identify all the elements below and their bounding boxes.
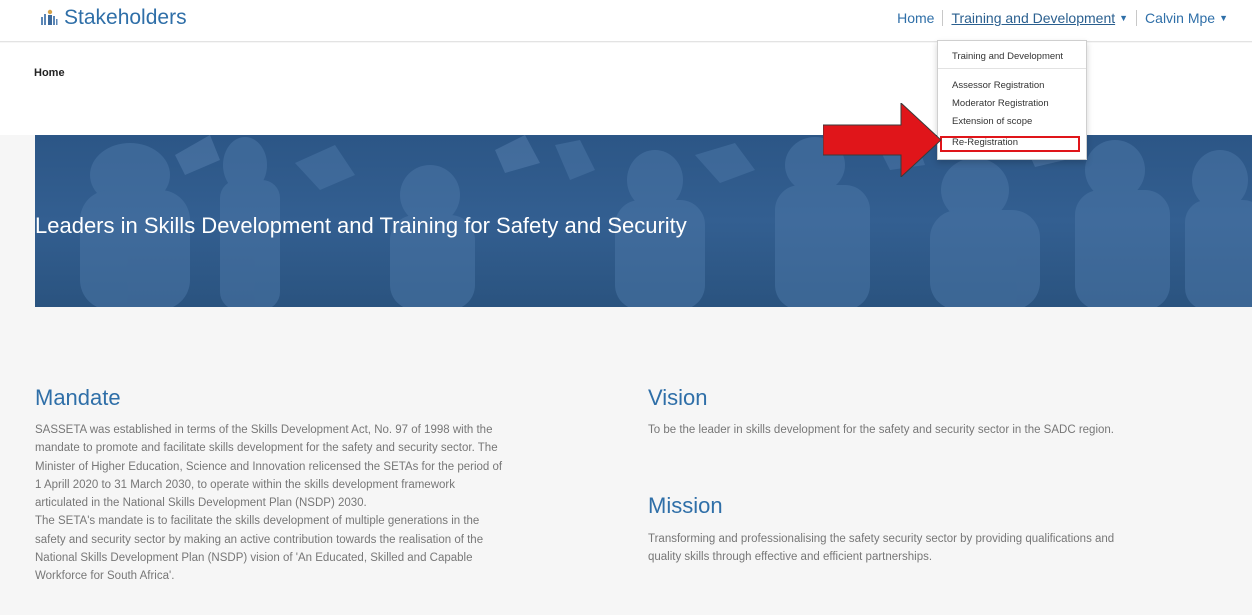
dropdown-header-item[interactable]: Training and Development <box>952 51 1063 62</box>
caret-down-icon: ▼ <box>1119 13 1129 23</box>
hero-title: Leaders in Skills Development and Traini… <box>35 213 687 238</box>
mandate-line: The SETA's mandate is to facilitate the … <box>35 515 480 528</box>
user-menu[interactable]: Calvin Mpe ▼ <box>1137 10 1236 26</box>
vision-title: Vision <box>648 385 708 410</box>
caret-down-icon: ▼ <box>1219 13 1228 23</box>
menu-item-extension-of-scope[interactable]: Extension of scope <box>952 116 1032 127</box>
mandate-line: safety and security sector by making an … <box>35 533 484 546</box>
nav-training-dropdown[interactable]: Training and Development ▼ <box>943 10 1136 26</box>
training-dropdown-menu: Training and Development Assessor Regist… <box>937 40 1087 160</box>
menu-item-moderator-registration[interactable]: Moderator Registration <box>952 98 1049 109</box>
nav-home-link[interactable]: Home <box>889 10 942 26</box>
highlight-box <box>940 136 1080 152</box>
stakeholders-logo-icon <box>41 9 58 25</box>
breadcrumb: Home <box>34 67 65 79</box>
nav-menu: Home Training and Development ▼ Calvin Mp… <box>889 10 1236 26</box>
mission-title: Mission <box>648 493 723 518</box>
hero-banner: Leaders in Skills Development and Traini… <box>35 135 1252 307</box>
mandate-text: SASSETA was established in terms of the … <box>35 421 615 586</box>
brand-name[interactable]: Stakeholders <box>64 6 187 30</box>
top-navbar: Stakeholders Home Training and Developme… <box>0 0 1252 42</box>
mandate-line: Minister of Higher Education, Science an… <box>35 460 503 473</box>
dropdown-divider <box>938 68 1086 69</box>
mandate-line: articulated in the National Skills Devel… <box>35 497 367 510</box>
mandate-line: 1 Aprill 2020 to 31 March 2030, to opera… <box>35 478 455 491</box>
mandate-title: Mandate <box>35 385 121 410</box>
mandate-line: SASSETA was established in terms of the … <box>35 424 493 436</box>
mandate-line: Workforce for South Africa'. <box>35 570 175 583</box>
user-name[interactable]: Calvin Mpe <box>1145 10 1215 26</box>
menu-item-assessor-registration[interactable]: Assessor Registration <box>952 80 1044 91</box>
vision-text: To be the leader in skills development f… <box>648 424 1114 436</box>
mission-text: Transforming and professionalising the s… <box>648 530 1238 567</box>
red-arrow-icon <box>823 103 941 177</box>
mission-line: Transforming and professionalising the s… <box>648 533 1115 545</box>
mission-line: quality skills through effective and eff… <box>648 551 933 564</box>
nav-training-label[interactable]: Training and Development <box>951 10 1115 26</box>
mandate-line: mandate to promote and facilitate skills… <box>35 442 498 455</box>
brand[interactable]: Stakeholders <box>40 6 187 30</box>
mandate-line: National Skills Development Plan (NSDP) … <box>35 552 473 565</box>
